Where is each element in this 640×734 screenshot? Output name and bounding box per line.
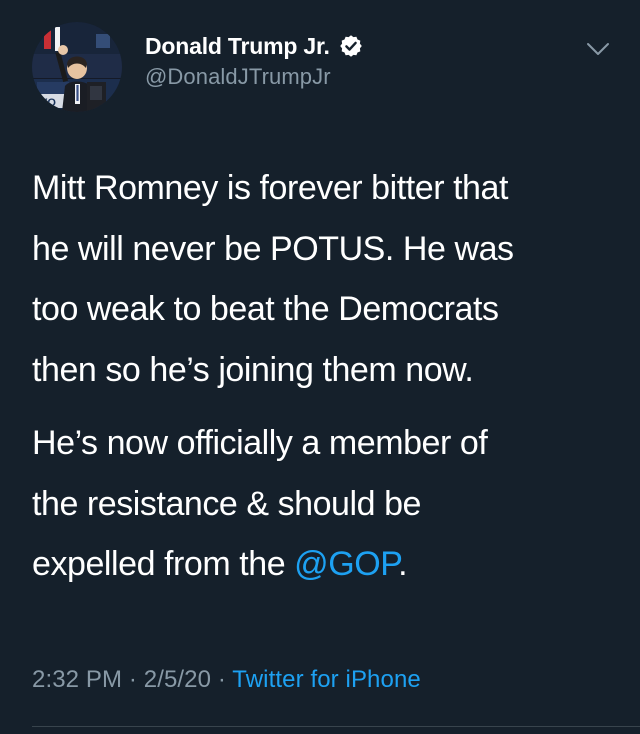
author-display-name[interactable]: Donald Trump Jr.	[145, 30, 330, 62]
tweet-line-3: too weak to beat the Democrats	[32, 290, 499, 328]
profile-photo-icon: VO	[32, 22, 122, 112]
tweet-line-6: the resistance & should be	[32, 484, 421, 523]
tweet-line-2: he will never be POTUS. He was	[32, 229, 514, 268]
tweet-line-5: He’s now officially a member of	[32, 424, 488, 462]
avatar[interactable]: VO	[32, 22, 122, 112]
meta-separator-1: ·	[128, 666, 137, 693]
tweet-text: Mitt Romney is forever bitter that he wi…	[32, 158, 622, 595]
author-name-row: Donald Trump Jr.	[145, 30, 565, 62]
tweet-paragraph-1: Mitt Romney is forever bitter that he wi…	[32, 158, 622, 400]
tweet-meta: 2:32 PM · 2/5/20 · Twitter for iPhone	[32, 662, 632, 698]
tweet-line-4: then so he’s joining them now.	[32, 350, 474, 389]
tweet-card: VO Donald Trump Jr. @DonaldJTrumpJr Mitt…	[0, 0, 640, 734]
tweet-date[interactable]: 2/5/20	[144, 666, 211, 693]
tweet-line-7-prefix: expelled from the	[32, 545, 295, 583]
tweet-header: VO Donald Trump Jr. @DonaldJTrumpJr	[32, 22, 622, 112]
meta-separator-2: ·	[217, 666, 226, 693]
svg-text:VO: VO	[40, 97, 56, 109]
author-identity: Donald Trump Jr. @DonaldJTrumpJr	[145, 30, 565, 92]
tweet-source-link[interactable]: Twitter for iPhone	[232, 666, 421, 693]
divider	[32, 726, 640, 727]
chevron-down-icon[interactable]	[586, 39, 610, 59]
tweet-line-1: Mitt Romney is forever bitter that	[32, 169, 508, 207]
author-handle[interactable]: @DonaldJTrumpJr	[145, 62, 565, 92]
verified-badge-icon	[339, 35, 362, 57]
tweet-time[interactable]: 2:32 PM	[32, 666, 122, 693]
tweet-paragraph-2: He’s now officially a member of the resi…	[32, 413, 622, 595]
tweet-line-7-suffix: .	[398, 545, 408, 583]
mention-link[interactable]: @GOP	[294, 545, 398, 583]
